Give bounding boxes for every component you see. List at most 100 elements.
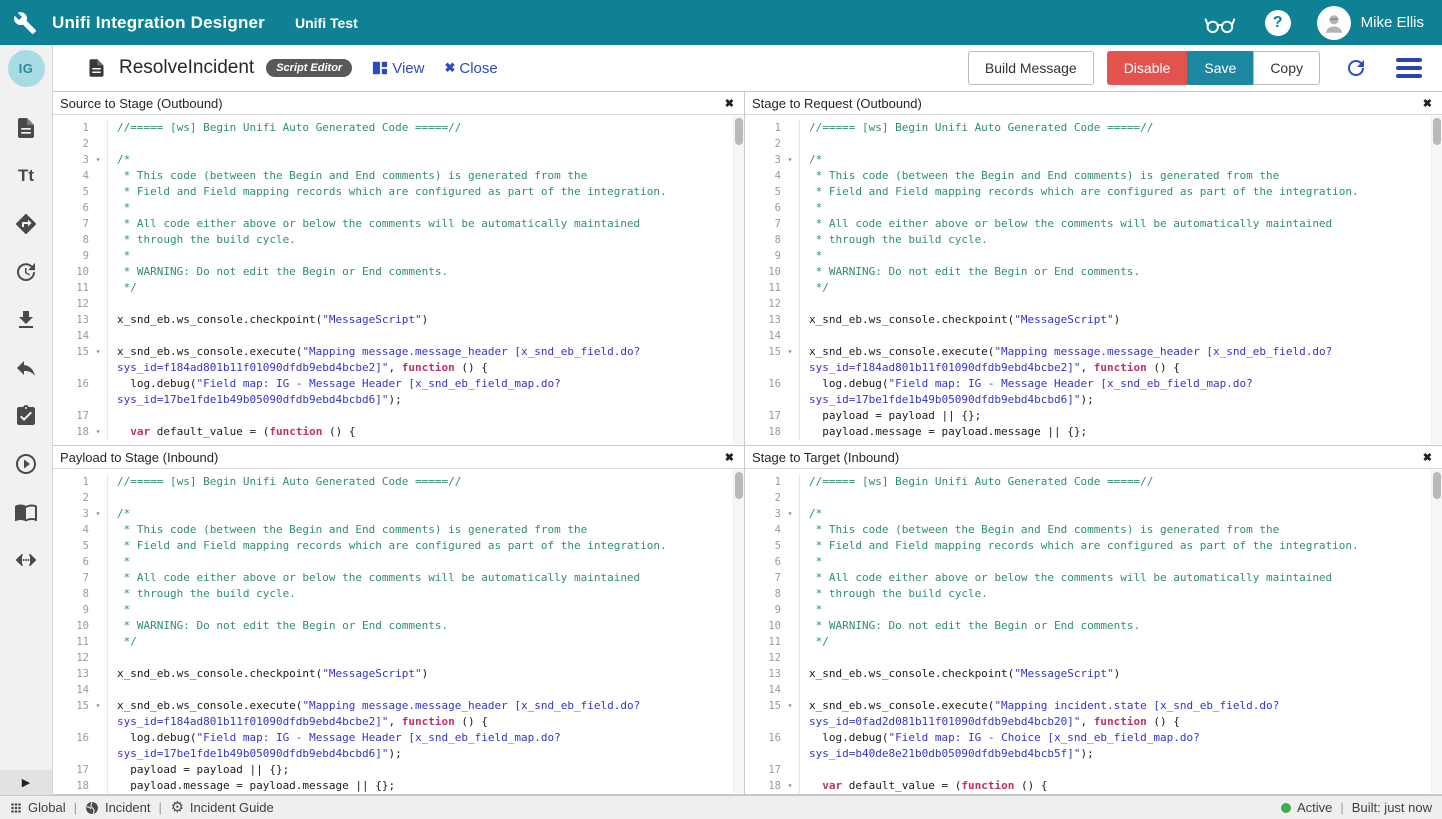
directions-icon[interactable] [13, 211, 39, 237]
save-button[interactable]: Save [1187, 51, 1253, 85]
code-line[interactable]: 16 log.debug("Field map: IG - Message He… [53, 730, 733, 746]
code-line[interactable]: 8 * through the build cycle. [745, 232, 1431, 248]
code-line[interactable]: 7 * All code either above or below the c… [53, 570, 733, 586]
code-line[interactable]: 14 [745, 682, 1431, 698]
close-button[interactable]: ✖ Close [444, 60, 497, 77]
code-line[interactable]: 1//===== [ws] Begin Unifi Auto Generated… [53, 474, 733, 490]
code-line[interactable]: 14 [53, 682, 733, 698]
fold-arrow-icon[interactable]: ▾ [781, 152, 799, 168]
build-message-button[interactable]: Build Message [968, 51, 1094, 85]
code-line[interactable]: 12 [745, 650, 1431, 666]
code-line[interactable]: 13x_snd_eb.ws_console.checkpoint("Messag… [745, 312, 1431, 328]
code-line[interactable]: 7 * All code either above or below the c… [745, 570, 1431, 586]
code-line[interactable]: 12 [745, 296, 1431, 312]
code-line[interactable]: 10 * WARNING: Do not edit the Begin or E… [53, 264, 733, 280]
code-line[interactable]: 17 payload = payload || {}; [745, 408, 1431, 424]
panel-close-icon[interactable]: ✖ [1423, 97, 1432, 110]
code-line[interactable]: 13x_snd_eb.ws_console.checkpoint("Messag… [53, 666, 733, 682]
download-icon[interactable] [13, 307, 39, 333]
scrollbar-thumb[interactable] [735, 472, 743, 499]
statusbar-item-global[interactable]: Global [8, 800, 66, 815]
code-line[interactable]: 17 [53, 408, 733, 424]
code-line[interactable]: sys_id=17be1fde1b49b05090dfdb9ebd4bcbd6]… [53, 392, 733, 408]
fold-arrow-icon[interactable]: ▾ [89, 506, 107, 522]
code-line[interactable]: 3▾/* [745, 506, 1431, 522]
code-line[interactable]: 12 [53, 650, 733, 666]
code-line[interactable]: 5 * Field and Field mapping records whic… [745, 538, 1431, 554]
fold-arrow-icon[interactable]: ▾ [89, 424, 107, 440]
code-line[interactable]: sys_id=0fad2d081b11f01090dfdb9ebd4bcb20]… [745, 714, 1431, 730]
sidebar-expand-button[interactable]: ▶ [0, 770, 52, 795]
code-line[interactable]: 6 * [53, 200, 733, 216]
code-line[interactable]: 13x_snd_eb.ws_console.checkpoint("Messag… [53, 312, 733, 328]
view-button[interactable]: View [372, 60, 424, 77]
statusbar-item-incident[interactable]: Incident [85, 800, 151, 815]
code-line[interactable]: 4 * This code (between the Begin and End… [745, 522, 1431, 538]
reading-glasses-icon[interactable] [1203, 10, 1237, 36]
fold-arrow-icon[interactable]: ▾ [781, 778, 799, 794]
code-line[interactable]: 1//===== [ws] Begin Unifi Auto Generated… [745, 474, 1431, 490]
scrollbar-track[interactable] [733, 116, 744, 444]
panel-close-icon[interactable]: ✖ [725, 97, 734, 110]
code-line[interactable]: 9 * [53, 248, 733, 264]
code-line[interactable]: 2 [53, 490, 733, 506]
scrollbar-track[interactable] [733, 470, 744, 793]
scrollbar-thumb[interactable] [1433, 118, 1441, 145]
code-line[interactable]: 17 [745, 762, 1431, 778]
code-editor[interactable]: 1//===== [ws] Begin Unifi Auto Generated… [745, 469, 1431, 794]
copy-button[interactable]: Copy [1253, 51, 1320, 85]
code-editor[interactable]: 1//===== [ws] Begin Unifi Auto Generated… [53, 469, 733, 794]
fold-arrow-icon[interactable]: ▾ [781, 698, 799, 714]
code-line[interactable]: 6 * [745, 554, 1431, 570]
code-line[interactable]: 9 * [745, 248, 1431, 264]
code-line[interactable]: 5 * Field and Field mapping records whic… [53, 184, 733, 200]
code-editor[interactable]: 1//===== [ws] Begin Unifi Auto Generated… [745, 115, 1431, 445]
scrollbar-thumb[interactable] [735, 118, 743, 145]
fold-arrow-icon[interactable]: ▾ [89, 698, 107, 714]
documentation-icon[interactable] [13, 499, 39, 525]
code-line[interactable]: 18 payload.message = payload.message || … [745, 424, 1431, 440]
run-icon[interactable] [13, 451, 39, 477]
code-line[interactable]: 5 * Field and Field mapping records whic… [53, 538, 733, 554]
code-line[interactable]: 12 [53, 296, 733, 312]
code-line[interactable]: 15▾x_snd_eb.ws_console.execute("Mapping … [53, 344, 733, 360]
code-line[interactable]: sys_id=17be1fde1b49b05090dfdb9ebd4bcbd6]… [53, 746, 733, 762]
code-line[interactable]: 3▾/* [53, 152, 733, 168]
code-line[interactable]: 7 * All code either above or below the c… [745, 216, 1431, 232]
code-line[interactable]: 4 * This code (between the Begin and End… [53, 522, 733, 538]
code-line[interactable]: sys_id=17be1fde1b49b05090dfdb9ebd4bcbd6]… [745, 392, 1431, 408]
disable-button[interactable]: Disable [1107, 51, 1188, 85]
menu-icon[interactable] [1396, 58, 1422, 78]
code-line[interactable]: 9 * [745, 602, 1431, 618]
code-line[interactable]: 11 */ [745, 280, 1431, 296]
code-line[interactable]: sys_id=f184ad801b11f01090dfdb9ebd4bcbe2]… [745, 360, 1431, 376]
code-line[interactable]: 17 payload = payload || {}; [53, 762, 733, 778]
history-icon[interactable] [13, 259, 39, 285]
checklist-icon[interactable] [13, 403, 39, 429]
code-line[interactable]: 11 */ [53, 634, 733, 650]
code-line[interactable]: sys_id=b40de8e21b0db05090dfdb9ebd4bcb5f]… [745, 746, 1431, 762]
code-line[interactable]: 3▾/* [745, 152, 1431, 168]
code-line[interactable]: 1//===== [ws] Begin Unifi Auto Generated… [745, 120, 1431, 136]
environment-name[interactable]: Unifi Test [295, 15, 358, 31]
code-line[interactable]: 6 * [53, 554, 733, 570]
code-line[interactable]: 15▾x_snd_eb.ws_console.execute("Mapping … [53, 698, 733, 714]
code-line[interactable]: sys_id=f184ad801b11f01090dfdb9ebd4bcbe2]… [53, 360, 733, 376]
code-line[interactable]: 15▾x_snd_eb.ws_console.execute("Mapping … [745, 698, 1431, 714]
code-line[interactable]: 6 * [745, 200, 1431, 216]
code-line[interactable]: 9 * [53, 602, 733, 618]
code-line[interactable]: 8 * through the build cycle. [745, 586, 1431, 602]
fold-arrow-icon[interactable]: ▾ [89, 344, 107, 360]
user-name[interactable]: Mike Ellis [1361, 14, 1424, 31]
code-line[interactable]: 14 [745, 328, 1431, 344]
code-line[interactable]: 16 log.debug("Field map: IG - Choice [x_… [745, 730, 1431, 746]
code-line[interactable]: sys_id=f184ad801b11f01090dfdb9ebd4bcbe2]… [53, 714, 733, 730]
scrollbar-thumb[interactable] [1433, 472, 1441, 499]
scrollbar-track[interactable] [1431, 470, 1442, 793]
code-line[interactable]: 2 [53, 136, 733, 152]
statusbar-item-incident-guide[interactable]: ⚙ Incident Guide [170, 800, 274, 815]
fold-arrow-icon[interactable]: ▾ [781, 506, 799, 522]
code-line[interactable]: 14 [53, 328, 733, 344]
code-line[interactable]: 10 * WARNING: Do not edit the Begin or E… [53, 618, 733, 634]
refresh-icon[interactable] [1344, 56, 1368, 80]
